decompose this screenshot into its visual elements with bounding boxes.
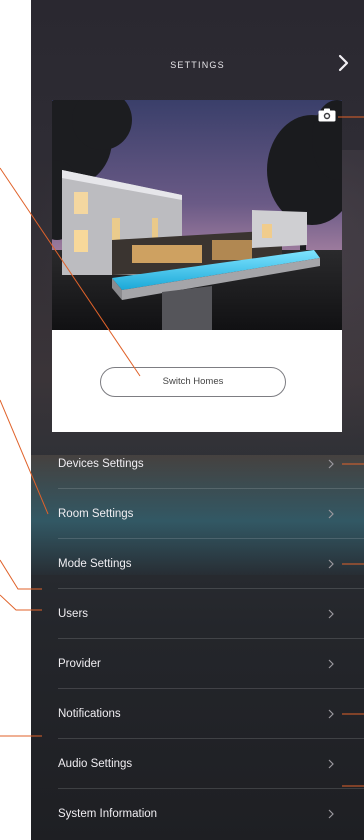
menu-item-mode-settings[interactable]: Mode Settings: [31, 540, 364, 589]
settings-annotated-screenshot: SETTINGS Switch Homes Devices Settings R…: [0, 0, 364, 840]
header-bar: SETTINGS: [31, 52, 364, 80]
divider: [58, 638, 364, 639]
chevron-right-icon[interactable]: [334, 52, 352, 74]
menu-item-label: Devices Settings: [58, 458, 144, 470]
page-title: SETTINGS: [170, 60, 225, 70]
menu-item-provider[interactable]: Provider: [31, 640, 364, 689]
divider: [58, 688, 364, 689]
menu-item-label: Notifications: [58, 708, 121, 720]
chevron-right-icon: [328, 759, 334, 769]
menu-item-label: Provider: [58, 658, 101, 670]
divider: [58, 488, 364, 489]
menu-item-system-information[interactable]: System Information: [31, 790, 364, 839]
menu-item-devices-settings[interactable]: Devices Settings: [31, 440, 364, 489]
home-card: Switch Homes: [52, 100, 342, 432]
divider: [58, 788, 364, 789]
camera-icon[interactable]: [318, 108, 336, 122]
divider: [58, 538, 364, 539]
menu-item-users[interactable]: Users: [31, 590, 364, 639]
chevron-right-icon: [328, 659, 334, 669]
chevron-right-icon: [328, 809, 334, 819]
divider: [58, 588, 364, 589]
menu-item-room-settings[interactable]: Room Settings: [31, 490, 364, 539]
divider: [58, 738, 364, 739]
home-photo-illustration: [52, 100, 342, 330]
menu-item-label: System Information: [58, 808, 158, 820]
menu-item-label: Mode Settings: [58, 558, 132, 570]
chevron-right-icon: [328, 709, 334, 719]
menu-item-label: Audio Settings: [58, 758, 133, 770]
settings-screen: SETTINGS Switch Homes Devices Settings R…: [31, 0, 364, 840]
menu-item-label: Room Settings: [58, 508, 134, 520]
menu-item-label: Users: [58, 608, 89, 620]
menu-item-audio-settings[interactable]: Audio Settings: [31, 740, 364, 789]
chevron-right-icon: [328, 559, 334, 569]
chevron-right-icon: [328, 609, 334, 619]
chevron-right-icon: [328, 459, 334, 469]
chevron-right-icon: [328, 509, 334, 519]
home-photo: [52, 100, 342, 330]
switch-homes-button[interactable]: Switch Homes: [100, 367, 286, 397]
menu-item-notifications[interactable]: Notifications: [31, 690, 364, 739]
